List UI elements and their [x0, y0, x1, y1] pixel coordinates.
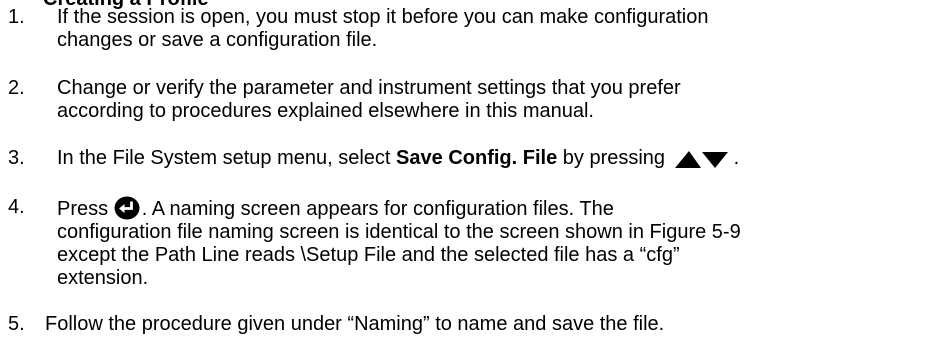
menu-item-name: Save Config. File — [396, 147, 558, 169]
step-text-line: Press . A naming screen appears for conf… — [57, 196, 927, 221]
step-text-line: In the File System setup menu, select Sa… — [57, 147, 927, 170]
enter-return-icon — [114, 196, 140, 220]
step-text-line: Follow the procedure given under “Naming… — [45, 313, 665, 335]
step-text-segment: In the File System setup menu, select — [57, 147, 397, 169]
step-text: Press . A naming screen appears for conf… — [57, 196, 927, 290]
step-text: Change or verify the parameter and instr… — [57, 77, 927, 123]
step-text-line: Change or verify the parameter and instr… — [57, 77, 681, 99]
step-text-segment: . — [733, 147, 740, 169]
step-number: 1. — [8, 6, 25, 28]
step-number: 3. — [8, 147, 25, 169]
step-text-line: according to procedures explained elsewh… — [57, 100, 594, 122]
step-text-segment: . A naming screen appears for configurat… — [141, 198, 614, 220]
step-number: 5. — [8, 313, 25, 335]
step-text: Follow the procedure given under “Naming… — [45, 313, 915, 336]
step-text-line: changes or save a configuration file. — [57, 29, 378, 51]
step-text: In the File System setup menu, select Sa… — [57, 147, 927, 170]
step-text: If the session is open, you must stop it… — [57, 6, 927, 52]
up-down-arrows-icon — [674, 149, 730, 169]
step-text-segment: Press — [57, 198, 114, 220]
step-text-line: If the session is open, you must stop it… — [57, 6, 709, 28]
step-number: 4. — [8, 196, 25, 218]
step-number: 2. — [8, 77, 25, 99]
step-text-segment: by pressing — [557, 147, 666, 169]
step-text-line: except the Path Line reads \Setup File a… — [57, 244, 680, 266]
step-text-line: extension. — [57, 267, 149, 289]
step-text-line: configuration file naming screen is iden… — [57, 221, 741, 243]
